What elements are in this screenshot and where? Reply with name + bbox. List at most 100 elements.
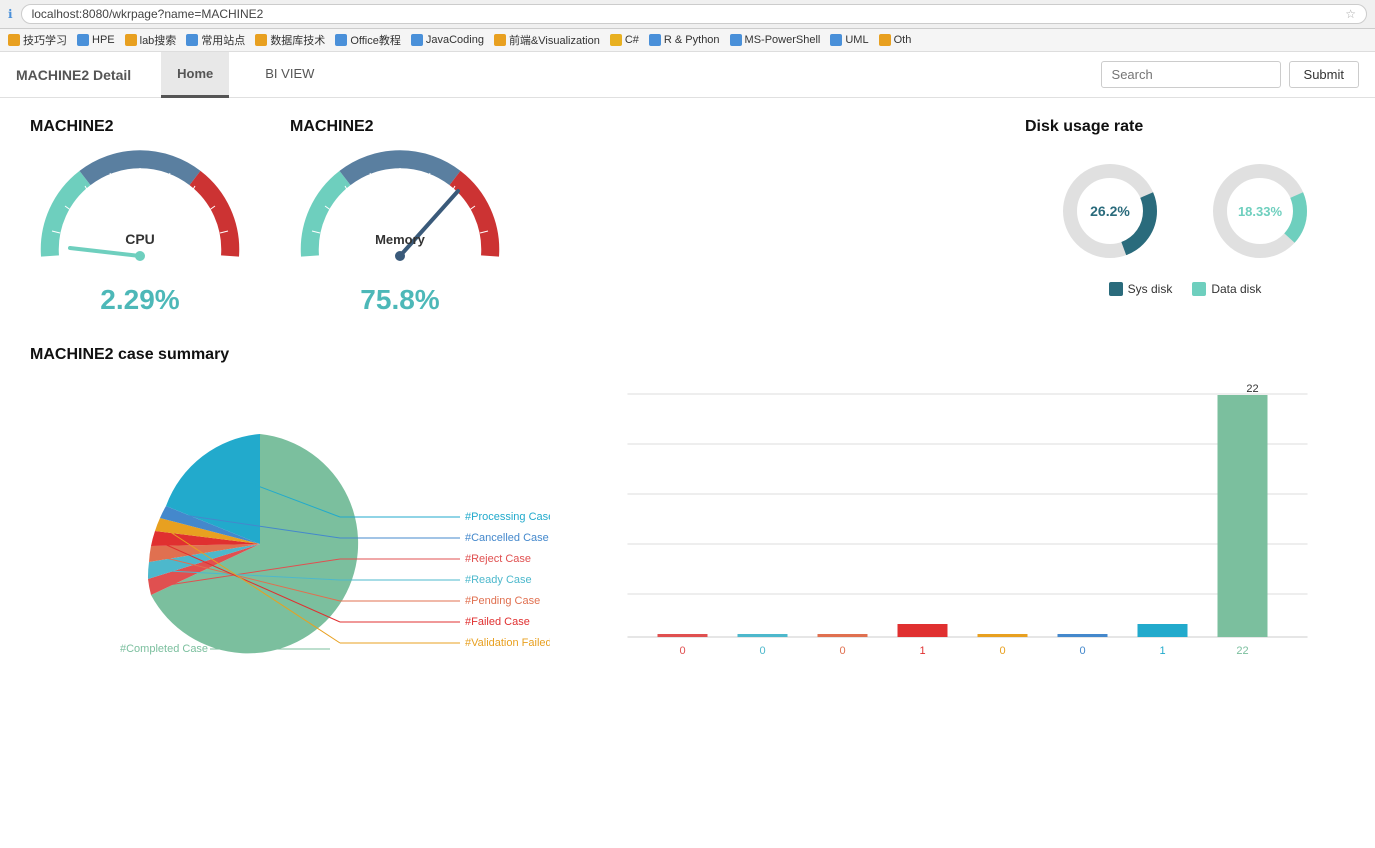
sys-disk-dot — [1109, 282, 1123, 296]
svg-text:18.33%: 18.33% — [1238, 204, 1283, 219]
disk-title: Disk usage rate — [1025, 118, 1143, 136]
bookmark-item[interactable]: HPE — [77, 34, 115, 46]
disk-section: Disk usage rate 26.2% 18.33% — [1025, 118, 1345, 296]
svg-text:1: 1 — [1159, 645, 1165, 657]
info-icon: ℹ — [8, 7, 13, 21]
bookmark-label: MS-PowerShell — [745, 34, 821, 46]
data-disk-container: 18.33% — [1205, 156, 1315, 266]
sys-disk-container: 26.2% — [1055, 156, 1165, 266]
bookmark-icon — [411, 34, 423, 46]
sys-disk-legend: Sys disk — [1109, 282, 1173, 296]
bookmark-label: HPE — [92, 34, 115, 46]
bookmark-icon — [125, 34, 137, 46]
data-disk-label: Data disk — [1211, 282, 1261, 296]
svg-text:0: 0 — [1079, 645, 1085, 657]
svg-text:#Reject Case: #Reject Case — [465, 553, 531, 565]
svg-text:#Completed Case: #Completed Case — [120, 643, 208, 655]
bar-chart-svg: 22 0 0 0 1 0 — [590, 384, 1345, 664]
app-header: MACHINE2 Detail Home BI VIEW Submit — [0, 52, 1375, 98]
search-input[interactable] — [1101, 61, 1281, 88]
memory-machine-label: MACHINE2 — [290, 118, 374, 136]
pie-area: #Reject Case #Ready Case #Pending Case #… — [30, 384, 550, 664]
app-title: MACHINE2 Detail — [16, 67, 131, 83]
bookmark-label: R & Python — [664, 34, 720, 46]
cpu-gauge-svg: CPU — [30, 146, 250, 276]
gauges-section: MACHINE2 — [30, 118, 1345, 316]
bookmark-label: 技巧学习 — [23, 32, 67, 48]
bookmark-icon — [186, 34, 198, 46]
sys-disk-label: Sys disk — [1128, 282, 1173, 296]
bookmark-label: Office教程 — [350, 32, 401, 48]
bookmark-item[interactable]: UML — [830, 34, 868, 46]
bookmark-item[interactable]: 技巧学习 — [8, 32, 67, 48]
svg-text:1: 1 — [919, 645, 925, 657]
svg-text:0: 0 — [999, 645, 1005, 657]
bookmark-label: 常用站点 — [201, 32, 245, 48]
bookmarks-bar: 技巧学习 HPE lab搜索 常用站点 数据库技术 Office教程 JavaCoding 前… — [0, 29, 1375, 52]
svg-text:#Cancelled Case: #Cancelled Case — [465, 532, 549, 544]
svg-text:22: 22 — [1236, 645, 1248, 657]
svg-text:0: 0 — [839, 645, 845, 657]
bookmark-item[interactable]: lab搜索 — [125, 32, 177, 48]
bar-chart-area: 22 0 0 0 1 0 — [590, 384, 1345, 664]
bookmark-icon — [335, 34, 347, 46]
bookmark-item[interactable]: R & Python — [649, 34, 720, 46]
bookmark-icon — [255, 34, 267, 46]
case-section: MACHINE2 case summary — [30, 346, 1345, 664]
pie-svg: #Reject Case #Ready Case #Pending Case #… — [30, 384, 550, 664]
bookmark-icon — [730, 34, 742, 46]
bookmark-label: C# — [625, 34, 639, 46]
bookmark-item[interactable]: Office教程 — [335, 32, 401, 48]
bookmark-icon — [879, 34, 891, 46]
bookmark-item[interactable]: 前端&Visualization — [494, 32, 600, 48]
case-summary-title: MACHINE2 case summary — [30, 346, 1345, 364]
disk-circles: 26.2% 18.33% — [1055, 156, 1315, 266]
sys-disk-svg: 26.2% — [1055, 156, 1165, 266]
svg-text:#Pending Case: #Pending Case — [465, 595, 540, 607]
bookmark-icon — [610, 34, 622, 46]
cpu-value: 2.29% — [100, 284, 179, 316]
bookmark-item[interactable]: Oth — [879, 34, 912, 46]
memory-gauge-container: MACHINE2 — [290, 118, 510, 316]
cpu-gauge-container: MACHINE2 — [30, 118, 250, 316]
submit-button[interactable]: Submit — [1289, 61, 1359, 88]
bookmark-icon — [649, 34, 661, 46]
svg-text:#Failed Case: #Failed Case — [465, 616, 530, 628]
bookmark-label: UML — [845, 34, 868, 46]
svg-text:#Ready Case: #Ready Case — [465, 574, 532, 586]
svg-text:22: 22 — [1246, 384, 1258, 395]
svg-text:Memory: Memory — [375, 232, 426, 247]
bookmark-label: 前端&Visualization — [509, 32, 600, 48]
data-disk-legend: Data disk — [1192, 282, 1261, 296]
url-bar[interactable]: localhost:8080/wkrpage?name=MACHINE2 ☆ — [21, 4, 1367, 24]
disk-legend: Sys disk Data disk — [1109, 282, 1262, 296]
memory-gauge-svg: Memory — [290, 146, 510, 276]
bookmark-item[interactable]: 常用站点 — [186, 32, 245, 48]
bookmark-item[interactable]: C# — [610, 34, 639, 46]
bookmark-icon — [494, 34, 506, 46]
header-search: Submit — [1101, 61, 1359, 88]
bookmark-label: 数据库技术 — [270, 32, 325, 48]
tab-bi-view[interactable]: BI VIEW — [249, 52, 330, 98]
svg-text:#Processing Case: #Processing Case — [465, 511, 550, 523]
svg-text:#Validation Failed Case: #Validation Failed Case — [465, 637, 550, 649]
main-content: MACHINE2 — [0, 98, 1375, 684]
bookmark-icon — [8, 34, 20, 46]
svg-text:CPU: CPU — [125, 231, 155, 247]
svg-text:26.2%: 26.2% — [1090, 203, 1130, 219]
bookmark-label: Oth — [894, 34, 912, 46]
browser-bar: ℹ localhost:8080/wkrpage?name=MACHINE2 ☆ — [0, 0, 1375, 29]
bookmark-item[interactable]: JavaCoding — [411, 34, 484, 46]
bookmark-item[interactable]: MS-PowerShell — [730, 34, 821, 46]
tab-home[interactable]: Home — [161, 52, 229, 98]
bookmark-item[interactable]: 数据库技术 — [255, 32, 325, 48]
cpu-machine-label: MACHINE2 — [30, 118, 114, 136]
data-disk-svg: 18.33% — [1205, 156, 1315, 266]
memory-value: 75.8% — [360, 284, 439, 316]
bookmark-label: lab搜索 — [140, 32, 177, 48]
bookmark-label: JavaCoding — [426, 34, 484, 46]
case-chart-area: #Reject Case #Ready Case #Pending Case #… — [30, 384, 1345, 664]
svg-text:0: 0 — [679, 645, 685, 657]
data-disk-dot — [1192, 282, 1206, 296]
star-icon: ☆ — [1345, 7, 1356, 21]
